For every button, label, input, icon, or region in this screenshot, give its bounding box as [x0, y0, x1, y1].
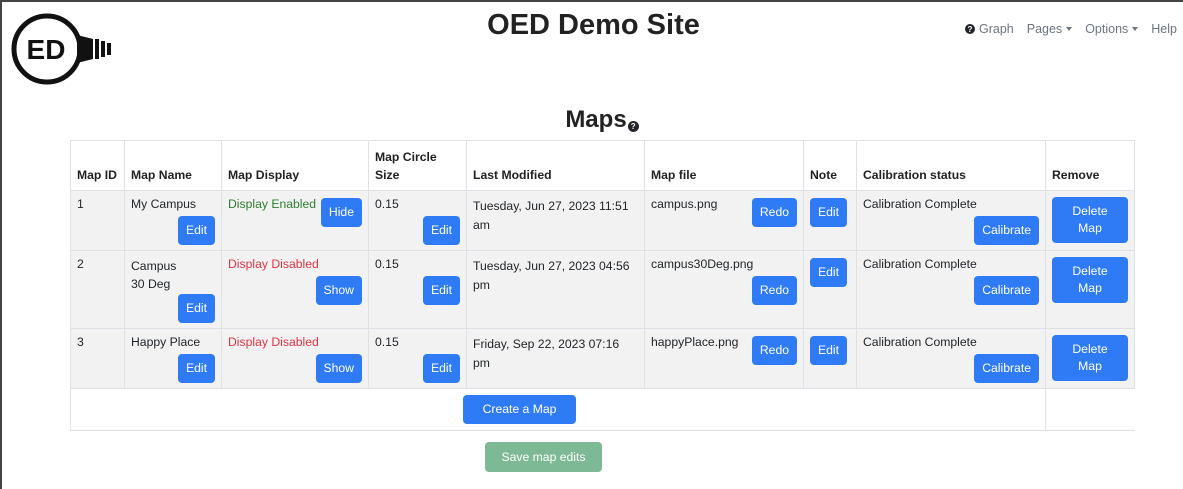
- header-map-id: Map ID: [70, 140, 125, 191]
- header-calibration: Calibration status: [856, 140, 1046, 191]
- circle-size: 0.15: [375, 197, 399, 211]
- page-title-text: Maps: [565, 106, 627, 133]
- display-status: Display Disabled: [228, 257, 319, 271]
- circle-size: 0.15: [375, 335, 399, 349]
- table-row: 1 My Campus Edit Display Enabled Hide 0.…: [70, 190, 1135, 251]
- table-row: 2 Campus 30 Deg Edit Display Disabled Sh…: [70, 250, 1135, 329]
- circle-size: 0.15: [375, 257, 399, 271]
- redo-button[interactable]: Redo: [751, 276, 797, 305]
- last-modified: Tuesday, Jun 27, 2023 11:51 am: [466, 190, 645, 251]
- map-id: 1: [70, 190, 125, 251]
- delete-map-button[interactable]: Delete Map: [1052, 257, 1128, 303]
- header-map-file: Map file: [644, 140, 804, 191]
- svg-text:ED: ED: [27, 34, 66, 65]
- edit-circle-button[interactable]: Edit: [422, 276, 460, 305]
- header-map-name: Map Name: [124, 140, 222, 191]
- maps-table: Map ID Map Name Map Display Map Circle S…: [70, 140, 1135, 431]
- display-status: Display Enabled: [228, 197, 317, 211]
- edit-note-button[interactable]: Edit: [810, 336, 848, 365]
- calibration-status: Calibration Complete: [863, 257, 977, 271]
- nav-options[interactable]: Options: [1085, 22, 1139, 36]
- calibrate-button[interactable]: Calibrate: [974, 216, 1039, 245]
- display-status: Display Disabled: [228, 335, 319, 349]
- map-name: My Campus: [131, 197, 197, 211]
- last-modified: Tuesday, Jun 27, 2023 04:56 pm: [466, 250, 645, 329]
- delete-map-button[interactable]: Delete Map: [1052, 335, 1128, 381]
- top-nav: ? Graph Pages Options Help: [964, 22, 1177, 36]
- header-remove: Remove: [1045, 140, 1135, 191]
- map-id: 2: [70, 250, 125, 329]
- show-button[interactable]: Show: [315, 354, 362, 383]
- create-map-button[interactable]: Create a Map: [463, 395, 576, 424]
- edit-circle-button[interactable]: Edit: [422, 216, 460, 245]
- caret-down-icon: [1066, 27, 1073, 31]
- hide-button[interactable]: Hide: [320, 198, 362, 227]
- redo-button[interactable]: Redo: [751, 198, 797, 227]
- show-button[interactable]: Show: [315, 276, 362, 305]
- redo-button[interactable]: Redo: [751, 336, 797, 365]
- nav-graph-label: Graph: [978, 22, 1014, 36]
- nav-pages[interactable]: Pages: [1026, 22, 1073, 36]
- page-title: Maps?: [2, 106, 1183, 134]
- map-file: campus30Deg.png: [651, 257, 754, 271]
- nav-help-label: Help: [1151, 22, 1177, 36]
- edit-circle-button[interactable]: Edit: [422, 354, 460, 383]
- calibration-status: Calibration Complete: [863, 335, 977, 349]
- table-row: 3 Happy Place Edit Display Disabled Show…: [70, 328, 1135, 389]
- calibration-status: Calibration Complete: [863, 197, 977, 211]
- edit-note-button[interactable]: Edit: [810, 258, 848, 287]
- save-map-edits-button[interactable]: Save map edits: [485, 442, 602, 472]
- map-name: Campus 30 Deg: [131, 259, 177, 291]
- header-circle-size: Map Circle Size: [368, 140, 467, 191]
- map-file: campus.png: [651, 197, 718, 211]
- caret-down-icon: [1132, 27, 1139, 31]
- edit-note-button[interactable]: Edit: [810, 198, 848, 227]
- nav-graph[interactable]: ? Graph: [964, 22, 1014, 36]
- edit-name-button[interactable]: Edit: [177, 216, 215, 245]
- last-modified: Friday, Sep 22, 2023 07:16 pm: [466, 328, 645, 389]
- nav-options-label: Options: [1085, 22, 1129, 36]
- map-name: Happy Place: [131, 335, 201, 349]
- table-footer-row: [70, 388, 1135, 431]
- delete-map-button[interactable]: Delete Map: [1052, 197, 1128, 243]
- edit-name-button[interactable]: Edit: [177, 294, 215, 323]
- nav-help[interactable]: Help: [1151, 22, 1177, 36]
- nav-pages-label: Pages: [1026, 22, 1063, 36]
- calibrate-button[interactable]: Calibrate: [974, 276, 1039, 305]
- map-file: happyPlace.png: [651, 335, 739, 349]
- header-map-display: Map Display: [221, 140, 369, 191]
- header-last-modified: Last Modified: [466, 140, 645, 191]
- map-id: 3: [70, 328, 125, 389]
- oed-logo: ED: [11, 13, 111, 85]
- help-icon[interactable]: ?: [627, 121, 639, 132]
- header-note: Note: [803, 140, 857, 191]
- edit-name-button[interactable]: Edit: [177, 354, 215, 383]
- calibrate-button[interactable]: Calibrate: [974, 354, 1039, 383]
- question-icon: ?: [964, 24, 975, 34]
